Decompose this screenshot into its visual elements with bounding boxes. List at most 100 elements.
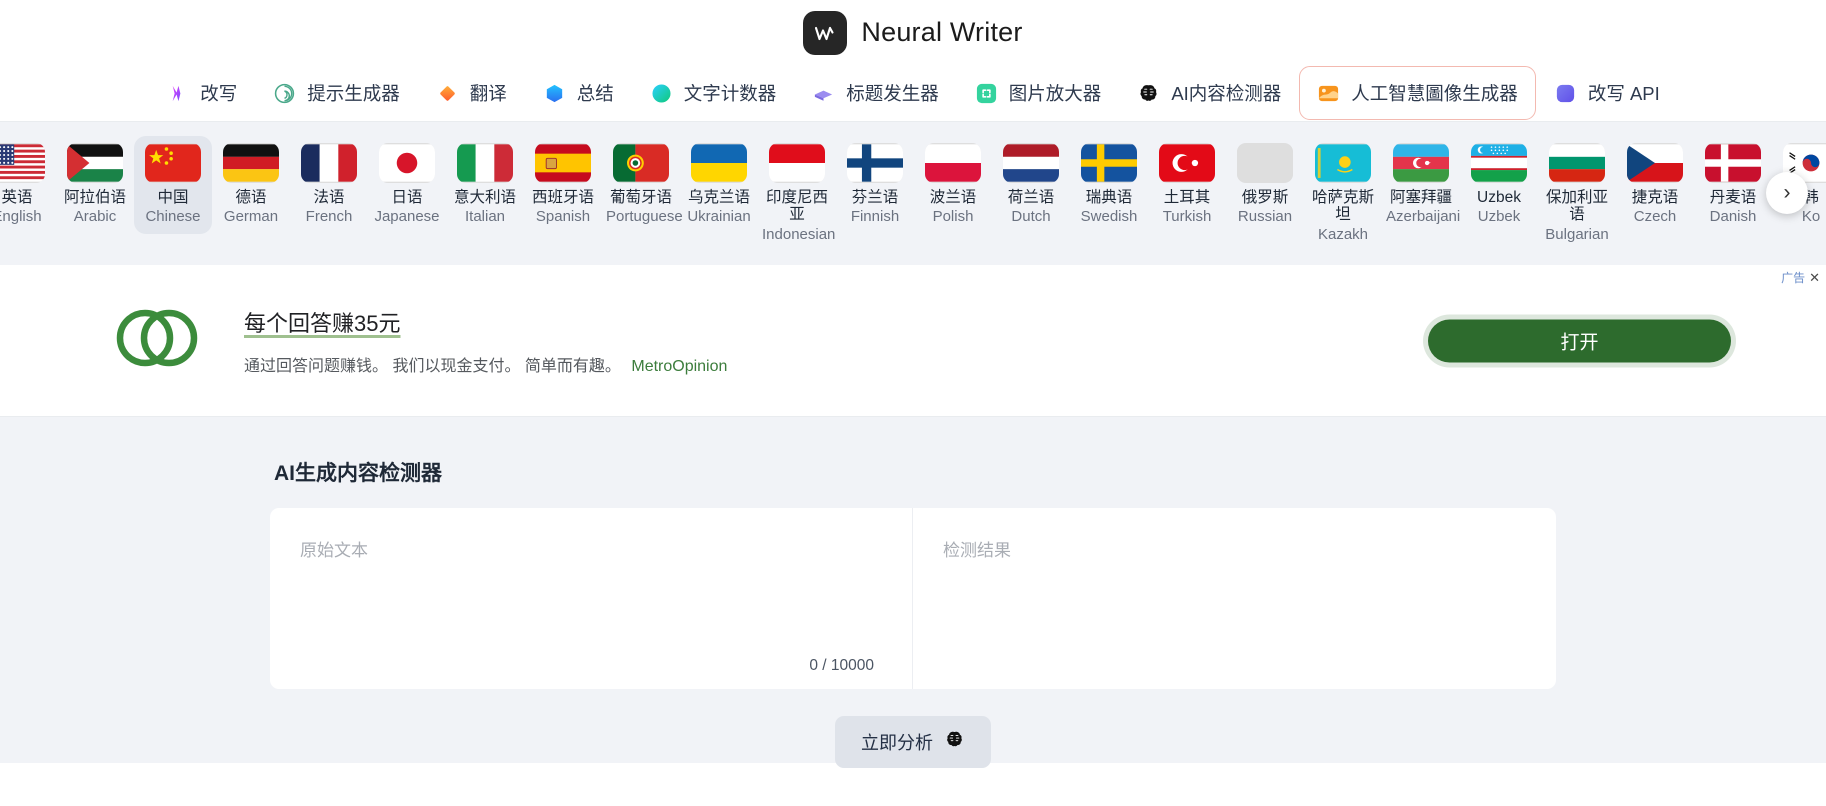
result-placeholder: 检测结果 [943,541,1011,560]
nav-item-image-generator[interactable]: 人工智慧圖像生成器 [1299,66,1536,120]
flag-icon-jp [379,143,435,183]
ad-description-text: 通过回答问题赚钱。 我们以现金支付。 简单而有趣。 [244,357,621,375]
character-counter: 0 / 10000 [809,657,874,674]
language-item-danish[interactable]: 丹麦语 Danish [1694,136,1772,234]
nav-item-translate[interactable]: 翻译 [418,66,525,120]
nav-item-word-counter[interactable]: 文字计数器 [632,66,795,120]
flag-icon-kz [1315,143,1371,183]
language-item-swedish[interactable]: 瑞典语 Swedish [1070,136,1148,234]
language-item-azerbaijani[interactable]: 阿塞拜疆 Azerbaijani [1382,136,1460,234]
language-name-cn: 德语 [235,189,267,206]
rewrite-icon [166,82,189,105]
language-item-polish[interactable]: 波兰语 Polish [914,136,992,234]
language-track[interactable]: 英语 English 阿拉伯语 Arabic 中国 Chinese 德语 German 法语 F… [0,136,1826,251]
language-item-english[interactable]: 英语 English [0,136,56,234]
language-item-indonesian[interactable]: 印度尼西亚 Indonesian [758,136,836,251]
language-item-russian[interactable]: 俄罗斯 Russian [1226,136,1304,234]
ad-label-group[interactable]: 广告 ✕ [1781,269,1820,286]
language-name-en: Danish [1709,208,1757,226]
language-item-spanish[interactable]: 西班牙语 Spanish [524,136,602,234]
language-item-ukrainian[interactable]: 乌克兰语 Ukrainian [680,136,758,234]
language-item-bulgarian[interactable]: 保加利亚语 Bulgarian [1538,136,1616,251]
language-name-en: Japanese [374,208,440,226]
language-item-portuguese[interactable]: 葡萄牙语 Portuguese [602,136,683,234]
language-name-cn: 俄罗斯 [1241,189,1289,206]
brand-logo[interactable]: Neural Writer [803,10,1022,55]
ad-description: 通过回答问题赚钱。 我们以现金支付。 简单而有趣。 MetroOpinion [244,352,727,376]
language-name-en: Kazakh [1317,225,1369,243]
next-languages-arrow-icon[interactable]: › [1766,172,1808,214]
word-counter-circle-icon [650,82,673,105]
nav-item-prompt-generator[interactable]: 提示生成器 [255,66,418,120]
language-item-german[interactable]: 德语 German [212,136,290,234]
language-name-en: Spanish [535,208,591,226]
language-item-chinese[interactable]: 中国 Chinese [134,136,212,235]
page-title: AI生成内容检测器 [274,462,442,485]
language-name-cn: 波兰语 [929,189,977,206]
language-item-czech[interactable]: 捷克语 Czech [1616,136,1694,234]
ad-brand: MetroOpinion [631,357,728,375]
nav-label: 图片放大器 [1008,83,1102,104]
language-name-en: Swedish [1080,208,1138,226]
source-text-panel: 0 / 10000 [270,508,913,689]
analyze-button[interactable]: 立即分析 [835,716,991,768]
language-name-cn: 保加利亚语 [1545,189,1608,224]
flag-icon-se [1081,143,1137,183]
flag-icon-nl [1003,143,1059,183]
image-generator-icon [1317,82,1340,105]
api-square-icon [1554,82,1577,105]
ad-body: 每个回答赚35元 通过回答问题赚钱。 我们以现金支付。 简单而有趣。 Metro… [244,306,727,376]
flag-icon-uz [1471,143,1527,183]
language-item-japanese[interactable]: 日语 Japanese [368,136,446,234]
flag-icon-pl [925,143,981,183]
ad-title-link[interactable]: 每个回答赚35元 [244,306,727,338]
nav-item-image-upscaler[interactable]: 图片放大器 [957,66,1120,120]
flag-icon-ua [691,143,747,183]
language-name-en: Portuguese [606,208,683,226]
language-item-uzbek[interactable]: Uzbek Uzbek [1460,136,1538,234]
language-item-italian[interactable]: 意大利语 Italian [446,136,524,234]
flag-icon-es [535,143,591,183]
language-name-en: Indonesian [762,225,836,243]
language-item-finnish[interactable]: 芬兰语 Finnish [836,136,914,234]
flag-icon-pt [613,143,669,183]
nav-item-summary[interactable]: 总结 [525,66,632,120]
nav-label: 改写 [200,83,238,104]
language-name-en: Russian [1237,208,1293,226]
language-name-en: Italian [464,208,506,226]
tool-nav: 改写 提示生成器 翻译 总结 文字计数器 标题发生器 图片放大器 AI内容检测器… [0,65,1826,122]
language-name-en: Arabic [73,208,117,226]
language-name-cn: 芬兰语 [851,189,899,206]
language-item-turkish[interactable]: 土耳其 Turkish [1148,136,1226,234]
nav-item-title-generator[interactable]: 标题发生器 [794,66,957,120]
language-name-cn: 捷克语 [1631,189,1679,206]
nav-label: 改写 API [1587,83,1660,104]
ad-open-button[interactable]: 打开 [1428,319,1731,362]
nav-item-rewrite[interactable]: 改写 [148,66,255,120]
flag-icon-tr [1159,143,1215,183]
openai-swirl-icon [273,82,296,105]
language-name-en: French [305,208,353,226]
nav-item-rewrite-api[interactable]: 改写 API [1536,66,1678,120]
language-item-french[interactable]: 法语 French [290,136,368,234]
flag-icon-ps [67,143,123,183]
flag-icon-az [1393,143,1449,183]
language-name-cn: 印度尼西亚 [765,189,828,224]
language-name-en: Ukrainian [687,208,751,226]
language-name-en: Turkish [1162,208,1212,226]
nav-item-ai-content-detector[interactable]: AI内容检测器 [1119,66,1299,120]
language-name-en: Dutch [1011,208,1051,226]
main-inner: AI生成内容检测器 0 / 10000 检测结果 立即分析 [270,457,1556,768]
site-header: Neural Writer [0,0,1826,65]
close-icon[interactable]: ✕ [1809,270,1820,286]
main-content: AI生成内容检测器 0 / 10000 检测结果 立即分析 [0,417,1826,768]
language-item-kazakh[interactable]: 哈萨克斯坦 Kazakh [1304,136,1382,251]
language-name-en: English [0,208,42,226]
detector-panels: 0 / 10000 检测结果 [270,508,1556,689]
nav-label: 文字计数器 [683,83,777,104]
flag-icon-fi [847,143,903,183]
language-item-dutch[interactable]: 荷兰语 Dutch [992,136,1070,234]
language-item-arabic[interactable]: 阿拉伯语 Arabic [56,136,134,234]
language-name-en: Finnish [850,208,900,226]
language-name-cn: 法语 [313,189,345,206]
